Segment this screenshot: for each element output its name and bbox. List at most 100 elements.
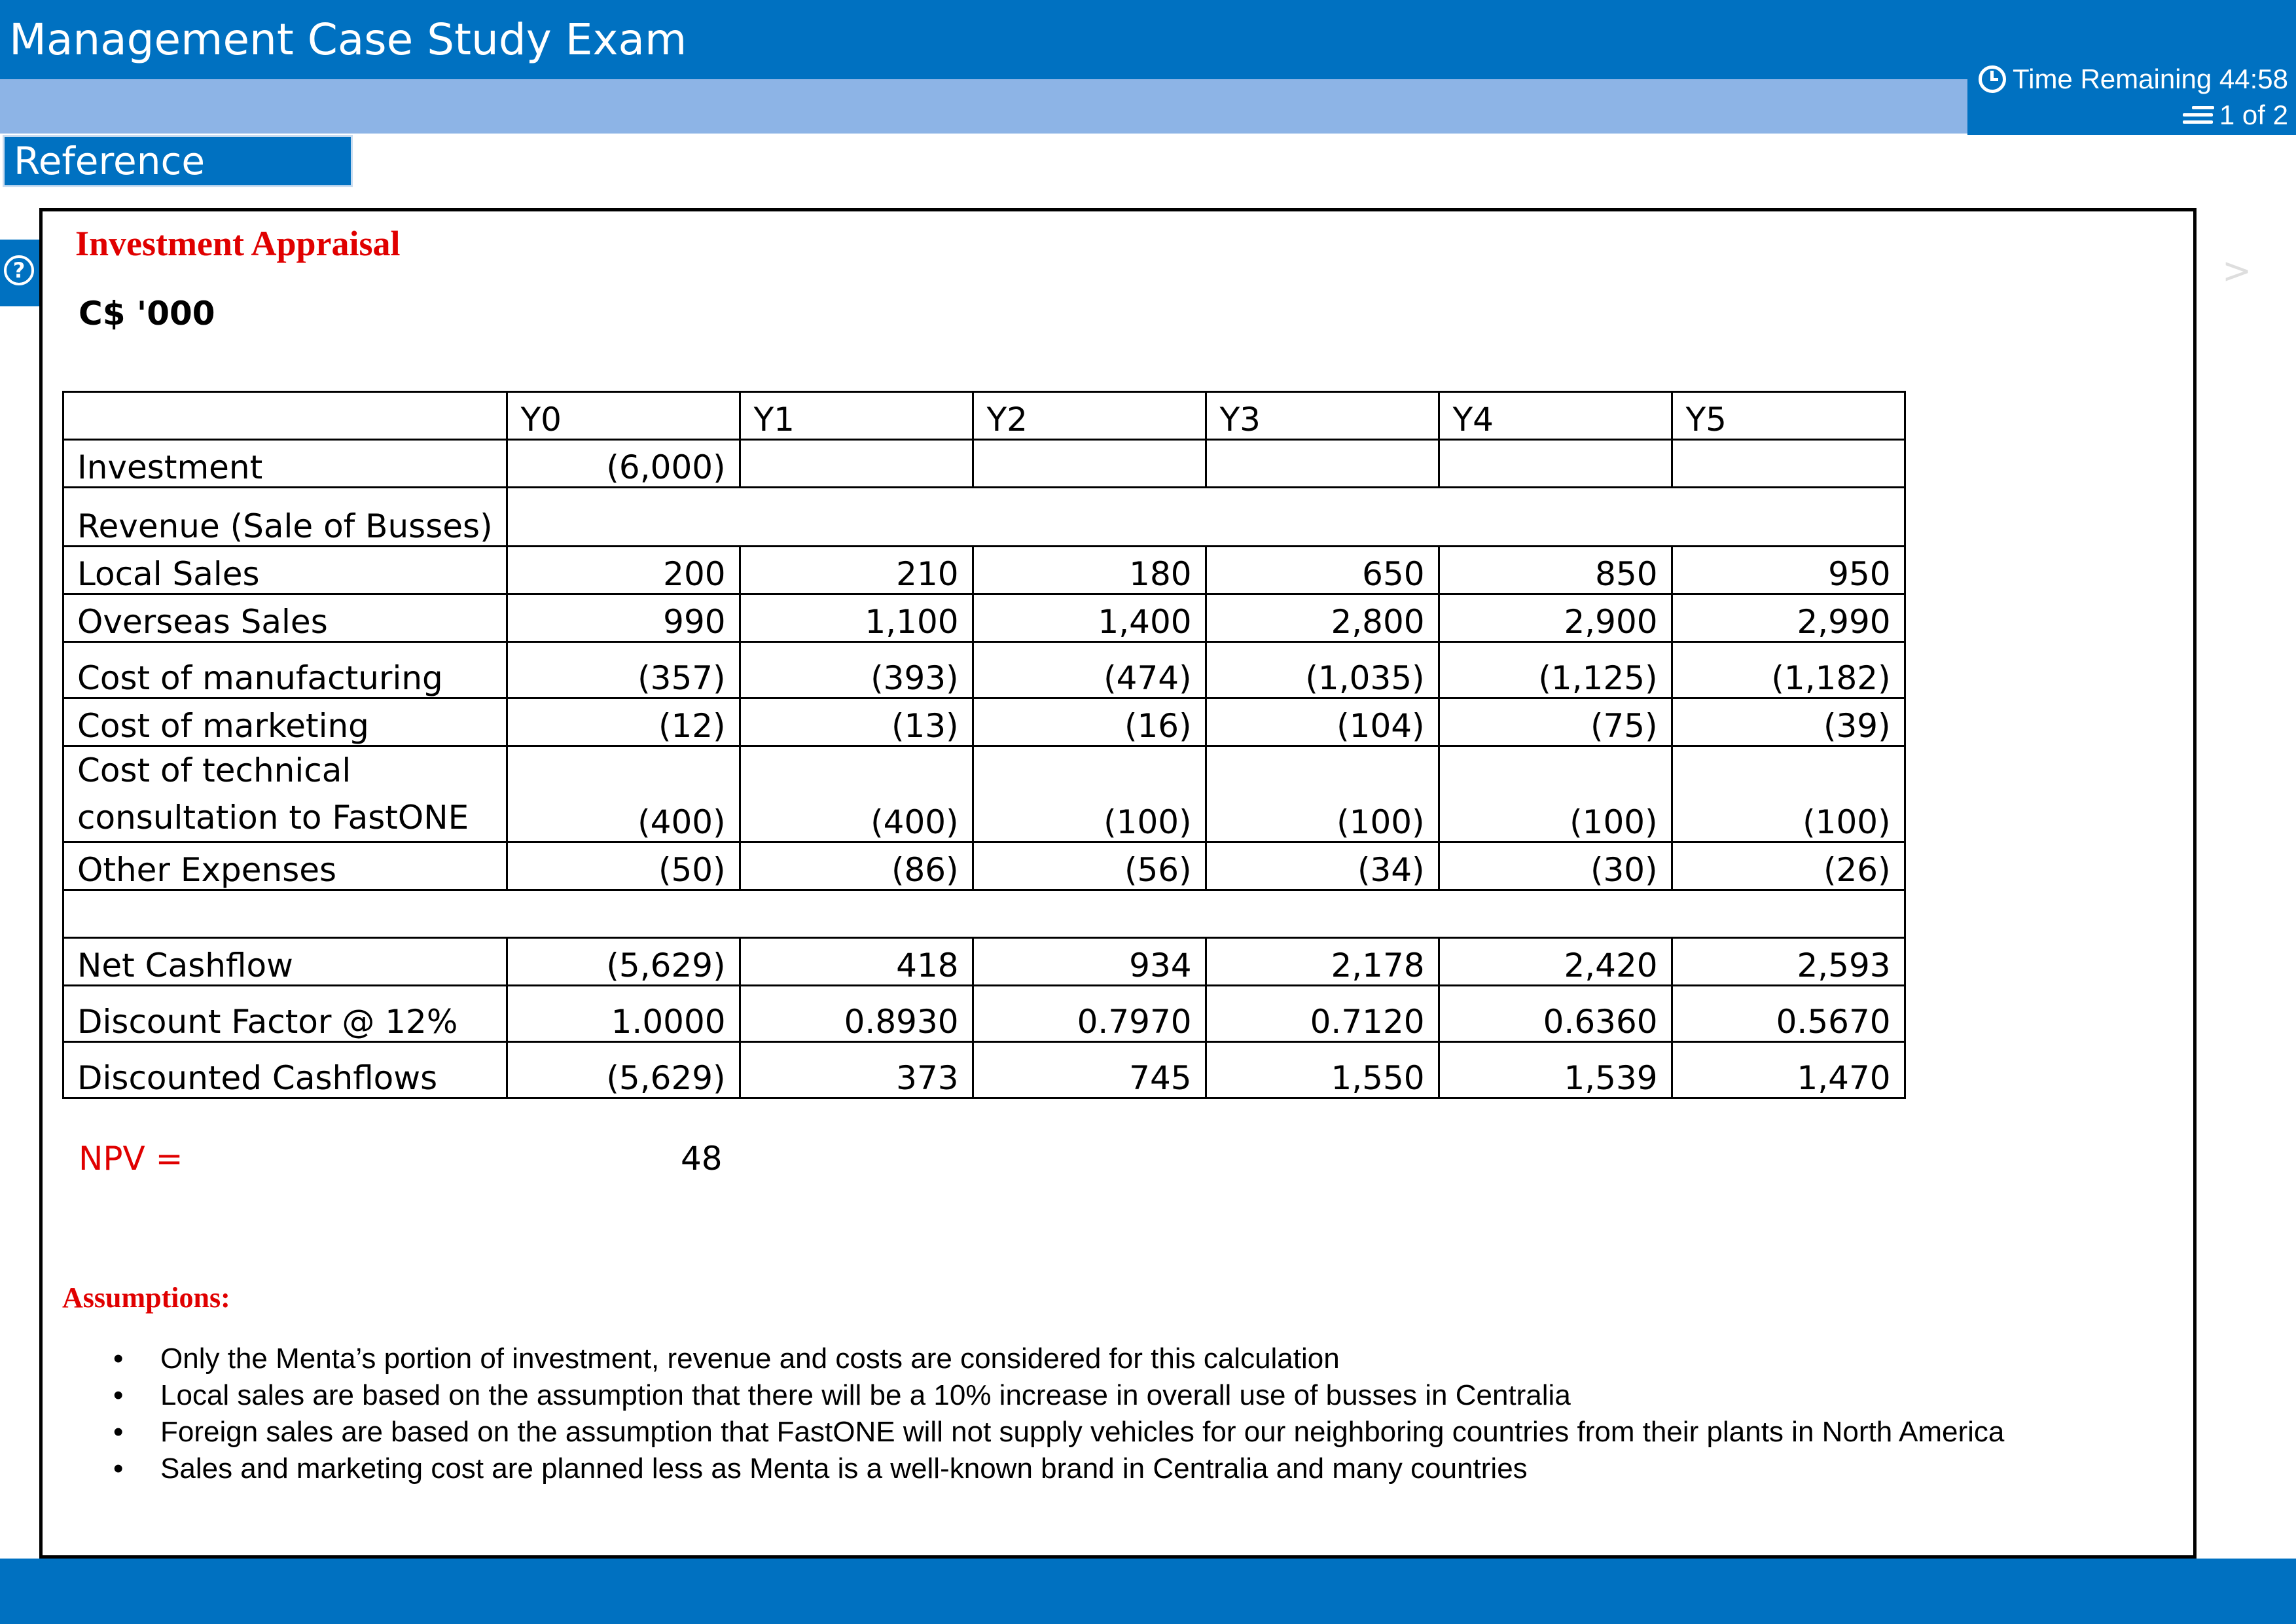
clock-icon	[1979, 65, 2007, 93]
time-remaining[interactable]: Time Remaining 44:58	[1979, 63, 2288, 95]
table-row: Other Expenses (50) (86) (56) (34) (30) …	[62, 841, 1906, 891]
row-label: Net Cashflow	[62, 937, 508, 986]
npv-value: 48	[681, 1140, 723, 1178]
table-cell: (30)	[1437, 841, 1673, 891]
table-cell: 2,800	[1204, 593, 1440, 643]
assumptions-title: Assumptions:	[62, 1282, 230, 1314]
table-cell: 990	[505, 593, 741, 643]
sub-toolbar	[0, 79, 1967, 134]
npv-label: NPV =	[79, 1140, 183, 1178]
table-cell: (104)	[1204, 697, 1440, 747]
list-item: Sales and marketing cost are planned les…	[113, 1451, 2004, 1487]
table-row: Revenue (Sale of Busses)	[62, 486, 1906, 547]
table-cell	[1437, 439, 1673, 488]
row-label: Discounted Cashflows	[62, 1041, 508, 1099]
table-cell: 1,550	[1204, 1041, 1440, 1099]
list-item: Foreign sales are based on the assumptio…	[113, 1414, 2004, 1451]
table-row: Cost of technical consultation to FastON…	[62, 745, 1906, 843]
table-cell: 1,470	[1670, 1041, 1906, 1099]
table-cell: (100)	[971, 745, 1207, 843]
table-cell	[1670, 439, 1906, 488]
page-indicator[interactable]: 1 of 2	[2182, 99, 2288, 131]
table-row: Discounted Cashflows (5,629) 373 745 1,5…	[62, 1041, 1906, 1099]
table-cell: (5,629)	[505, 937, 741, 986]
table-cell: 2,900	[1437, 593, 1673, 643]
list-item: Only the Menta’s portion of investment, …	[113, 1341, 2004, 1377]
table-cell: 2,178	[1204, 937, 1440, 986]
assumptions-list: Only the Menta’s portion of investment, …	[113, 1341, 2004, 1487]
table-row: Net Cashflow (5,629) 418 934 2,178 2,420…	[62, 937, 1906, 986]
row-label: Overseas Sales	[62, 593, 508, 643]
table-cell: (400)	[738, 745, 974, 843]
list-item: Local sales are based on the assumption …	[113, 1377, 2004, 1414]
table-cell: (1,182)	[1670, 641, 1906, 699]
table-cell: (400)	[505, 745, 741, 843]
next-arrow-icon[interactable]: >	[2222, 250, 2251, 291]
table-cell: 0.8930	[738, 984, 974, 1043]
table-cell: 950	[1670, 545, 1906, 595]
table-cell: (1,035)	[1204, 641, 1440, 699]
table-cell: (1,125)	[1437, 641, 1673, 699]
pages-icon	[2182, 103, 2215, 127]
table-cell: (100)	[1437, 745, 1673, 843]
table-cell: 2,990	[1670, 593, 1906, 643]
table-cell: (39)	[1670, 697, 1906, 747]
table-cell	[505, 486, 1906, 547]
time-remaining-label: Time Remaining 44:58	[2013, 63, 2288, 94]
table-cell	[62, 391, 508, 441]
table-row: Local Sales 200 210 180 650 850 950	[62, 545, 1906, 595]
row-label: Cost of marketing	[62, 697, 508, 747]
table-cell: 650	[1204, 545, 1440, 595]
table-cell: 200	[505, 545, 741, 595]
table-cell: 1.0000	[505, 984, 741, 1043]
column-header: Y5	[1670, 391, 1906, 441]
table-cell: (16)	[971, 697, 1207, 747]
table-row: Overseas Sales 990 1,100 1,400 2,800 2,9…	[62, 593, 1906, 643]
table-cell: 0.6360	[1437, 984, 1673, 1043]
table-cell: 0.7970	[971, 984, 1207, 1043]
table-row: Investment (6,000)	[62, 439, 1906, 488]
row-label-line: consultation to FastONE	[77, 799, 469, 837]
table-cell: (26)	[1670, 841, 1906, 891]
table-cell: 180	[971, 545, 1207, 595]
tab-reference-material[interactable]: Reference Material	[3, 135, 353, 232]
table-cell: 2,420	[1437, 937, 1673, 986]
reference-document: Investment Appraisal C$ '000 Y0 Y1 Y2 Y3…	[39, 208, 2197, 1559]
row-label: Local Sales	[62, 545, 508, 595]
table-cell	[62, 889, 1906, 939]
table-cell: (393)	[738, 641, 974, 699]
table-spacer-row	[62, 889, 1906, 939]
help-icon[interactable]: ?	[4, 255, 34, 285]
table-row: Cost of marketing (12) (13) (16) (104) (…	[62, 697, 1906, 747]
row-label: Other Expenses	[62, 841, 508, 891]
table-cell: (100)	[1204, 745, 1440, 843]
row-label: Cost of manufacturing	[62, 641, 508, 699]
table-cell: (13)	[738, 697, 974, 747]
table-cell: (56)	[971, 841, 1207, 891]
table-cell: (6,000)	[505, 439, 741, 488]
footer-bar	[0, 1559, 2296, 1624]
column-header: Y2	[971, 391, 1207, 441]
table-cell: 373	[738, 1041, 974, 1099]
table-cell: (474)	[971, 641, 1207, 699]
table-row: Cost of manufacturing (357) (393) (474) …	[62, 641, 1906, 699]
table-cell: 934	[971, 937, 1207, 986]
column-header: Y0	[505, 391, 741, 441]
table-cell: 1,400	[971, 593, 1207, 643]
table-cell: (34)	[1204, 841, 1440, 891]
page-indicator-label: 1 of 2	[2219, 99, 2288, 130]
column-header: Y1	[738, 391, 974, 441]
table-cell: 2,593	[1670, 937, 1906, 986]
table-cell	[738, 439, 974, 488]
table-cell: 1,100	[738, 593, 974, 643]
table-cell: (75)	[1437, 697, 1673, 747]
table-cell: (357)	[505, 641, 741, 699]
column-header: Y4	[1437, 391, 1673, 441]
table-cell: 210	[738, 545, 974, 595]
currency-unit: C$ '000	[79, 295, 215, 333]
table-cell: 1,539	[1437, 1041, 1673, 1099]
table-cell: (86)	[738, 841, 974, 891]
row-label: Revenue (Sale of Busses)	[62, 486, 508, 547]
table-cell: 745	[971, 1041, 1207, 1099]
row-label: Cost of technical consultation to FastON…	[62, 745, 508, 843]
